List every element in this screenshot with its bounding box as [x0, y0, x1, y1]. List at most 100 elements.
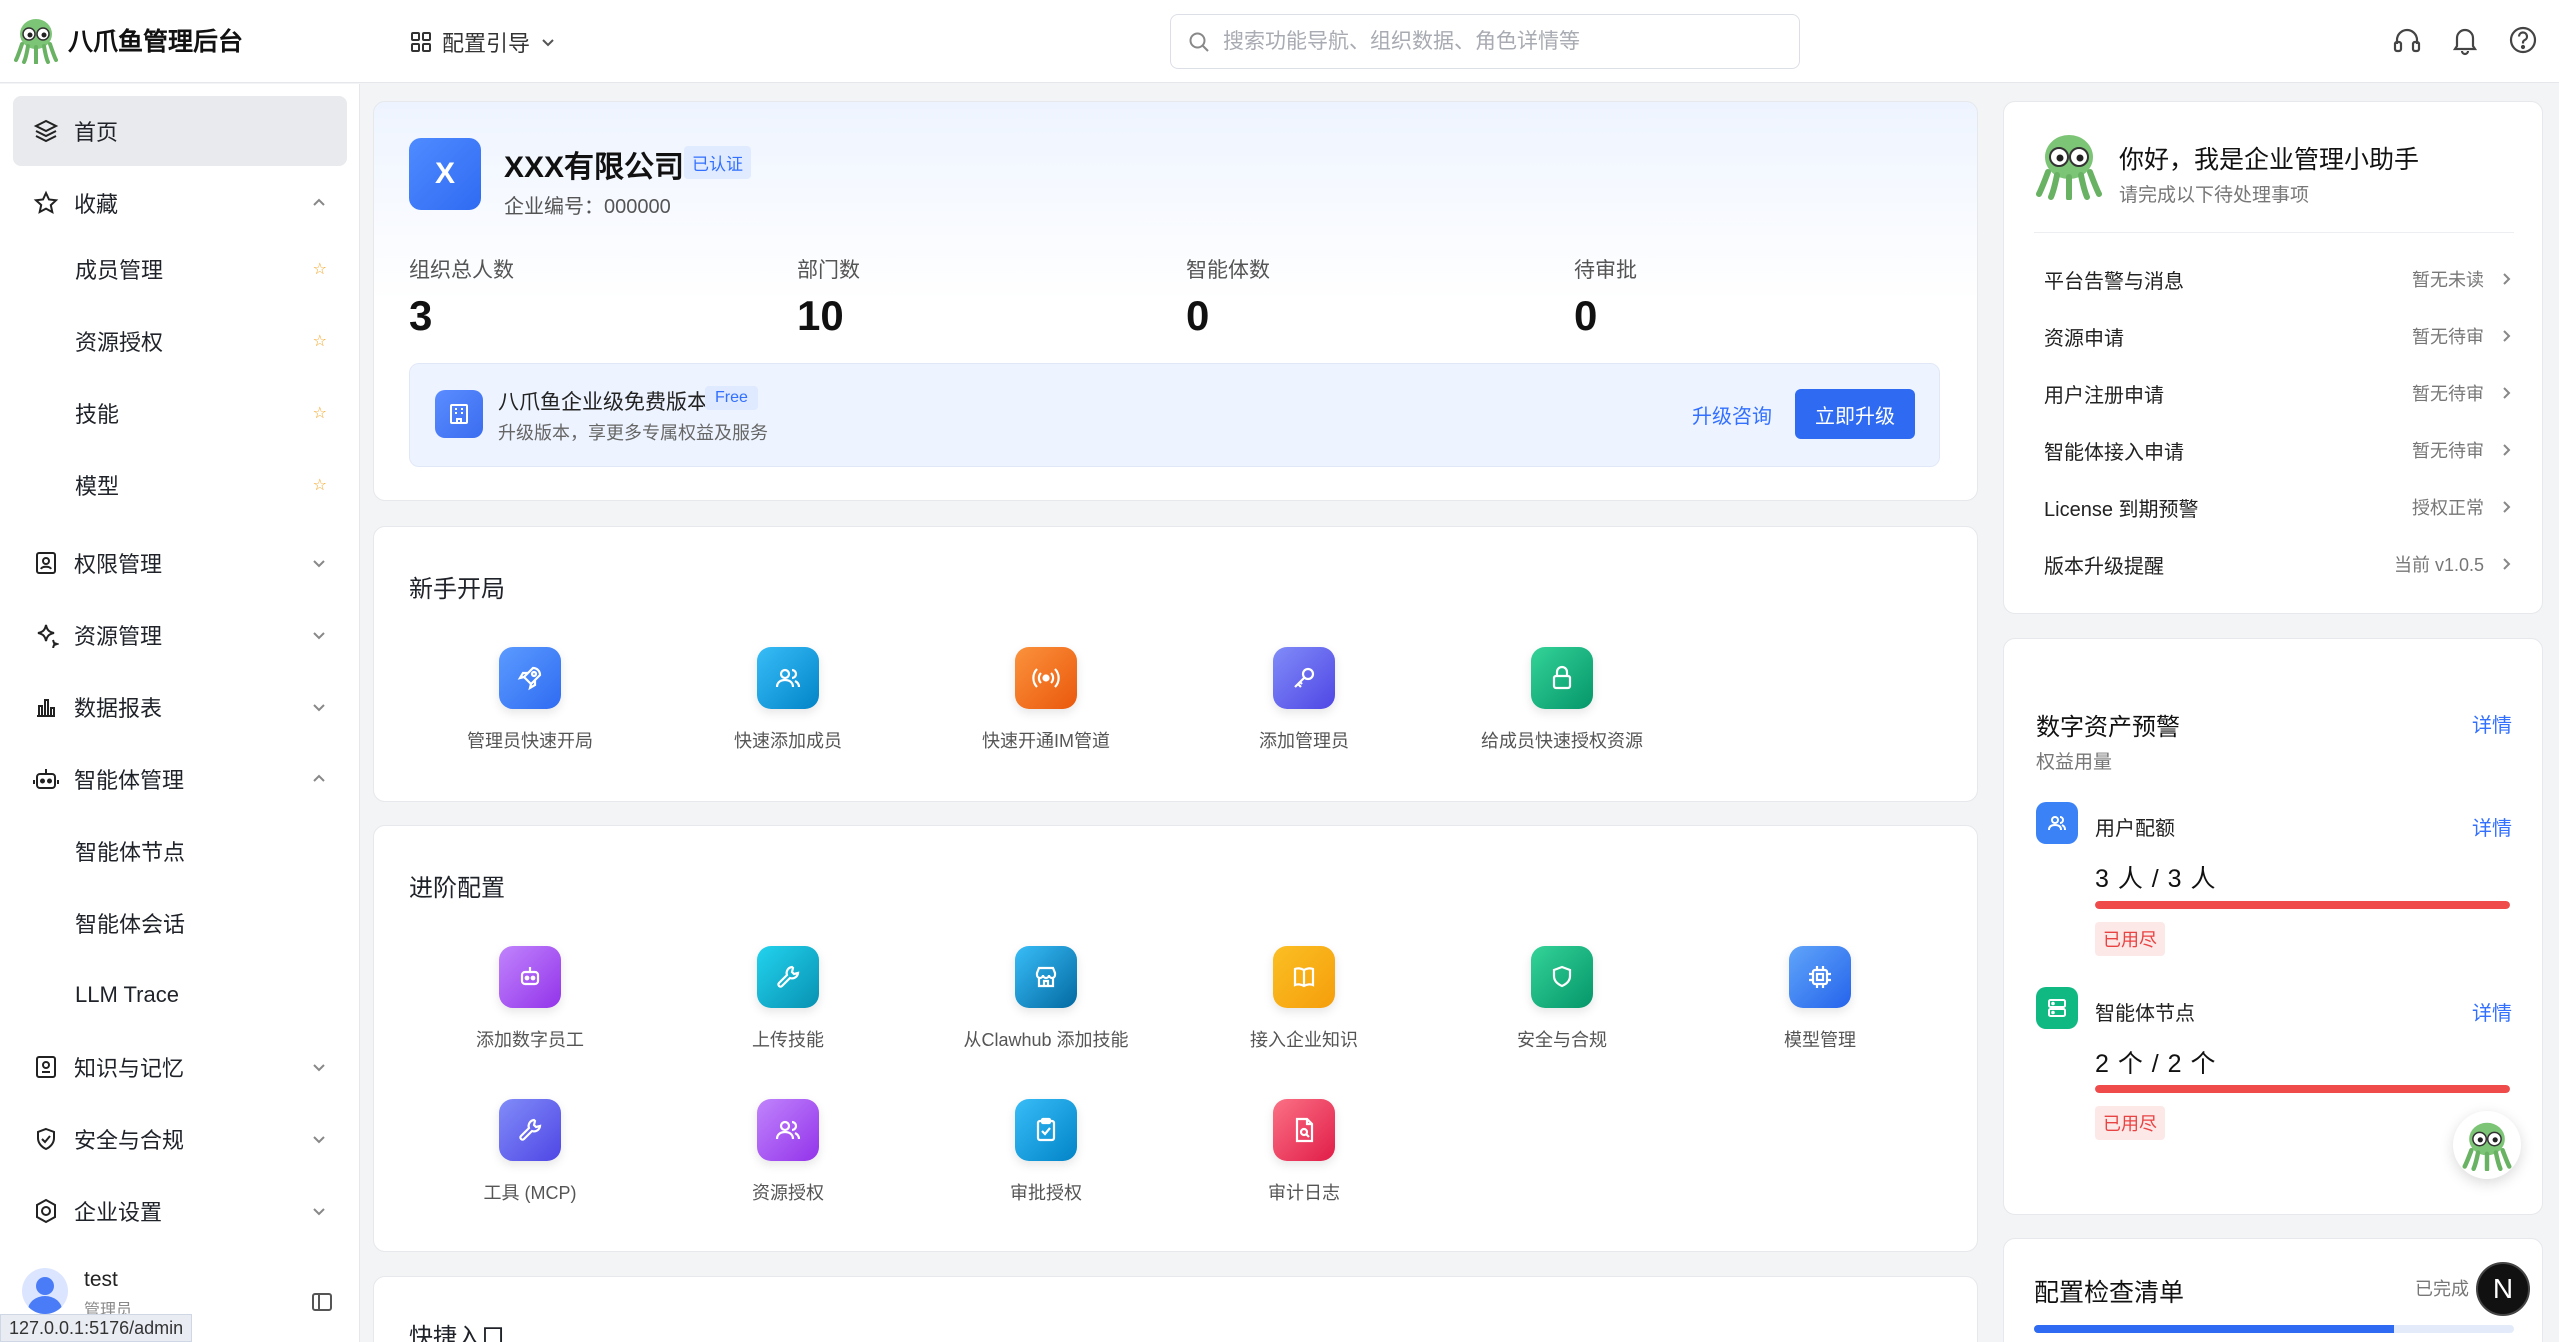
sidebar-item-resource-auth[interactable]: 资源授权 ☆ — [13, 306, 347, 376]
octopus-assistant-icon — [2036, 135, 2102, 200]
sidebar-item-resources[interactable]: 资源管理 — [13, 600, 347, 670]
sidebar-item-llm-trace[interactable]: LLM Trace — [13, 960, 347, 1030]
assistant-card: 你好，我是企业管理小助手 请完成以下待处理事项 平台告警与消息 暂无未读 资源申… — [2003, 101, 2543, 614]
todo-status: 授权正常 — [2412, 498, 2484, 518]
sidebar-item-enterprise-settings[interactable]: 企业设置 — [13, 1176, 347, 1246]
octopus-logo-icon — [14, 19, 58, 64]
tile-add-members[interactable]: 快速添加成员 — [668, 647, 908, 753]
chevron-right-icon — [2503, 273, 2511, 285]
tile-upload-skill[interactable]: 上传技能 — [668, 946, 908, 1052]
stat-members[interactable]: 组织总人数 3 — [409, 254, 514, 340]
checklist-title: 配置检查清单 — [2034, 1279, 2185, 1307]
sidebar-item-label: 企业设置 — [74, 1200, 163, 1225]
todo-platform-alerts[interactable]: 平台告警与消息 暂无未读 — [2044, 259, 2514, 299]
users-icon — [2036, 802, 2078, 844]
help-icon[interactable] — [2507, 24, 2539, 56]
sidebar-item-knowledge[interactable]: 知识与记忆 — [13, 1032, 347, 1102]
status-url: 127.0.0.1:5176/admin — [0, 1314, 193, 1342]
assistant-fab[interactable] — [2453, 1111, 2521, 1179]
plan-subtitle: 升级版本，享更多专属权益及服务 — [498, 423, 768, 443]
tile-add-admin[interactable]: 添加管理员 — [1184, 647, 1424, 753]
star-icon[interactable]: ☆ — [313, 403, 327, 423]
bell-icon[interactable] — [2449, 24, 2481, 56]
tile-security-compliance[interactable]: 安全与合规 — [1442, 946, 1682, 1052]
todo-label: 资源申请 — [2044, 327, 2124, 350]
tile-label: 快速添加成员 — [734, 731, 842, 751]
sidebar-item-security[interactable]: 安全与合规 — [13, 1104, 347, 1174]
server-icon — [2036, 987, 2078, 1029]
starter-section: 新手开局 管理员快速开局 快速添加成员 快速开通IM管道 添加管理员 给成员快速… — [373, 526, 1978, 802]
tile-clawhub-skill[interactable]: 从Clawhub 添加技能 — [926, 946, 1166, 1052]
sidebar-item-reports[interactable]: 数据报表 — [13, 672, 347, 742]
todo-license-expiry[interactable]: License 到期预警 授权正常 — [2044, 487, 2514, 527]
todo-resource-requests[interactable]: 资源申请 暂无待审 — [2044, 316, 2514, 356]
assets-subtitle: 权益用量 — [2036, 752, 2113, 773]
assets-details-link[interactable]: 详情 — [2472, 709, 2512, 738]
shield-icon — [1531, 946, 1593, 1008]
tile-enterprise-knowledge[interactable]: 接入企业知识 — [1184, 946, 1424, 1052]
sidebar-item-label: 知识与记忆 — [74, 1056, 185, 1081]
assistant-subtitle: 请完成以下待处理事项 — [2119, 185, 2310, 206]
sidebar-item-favorites[interactable]: 收藏 — [13, 168, 347, 238]
todo-label: 智能体接入申请 — [2044, 441, 2184, 464]
sidebar-item-models[interactable]: 模型 ☆ — [13, 450, 347, 520]
tile-audit-log[interactable]: 审计日志 — [1184, 1099, 1424, 1205]
sidebar-item-member-management[interactable]: 成员管理 ☆ — [13, 234, 347, 304]
sidebar-item-home[interactable]: 首页 — [13, 96, 347, 166]
stat-agents[interactable]: 智能体数 0 — [1186, 254, 1270, 340]
verified-badge: 已认证 — [684, 146, 751, 179]
asset-usage-fill — [2095, 901, 2510, 909]
store-icon — [1015, 946, 1077, 1008]
asset-details-link[interactable]: 详情 — [2472, 812, 2512, 841]
config-guide-dropdown[interactable]: 配置引导 — [410, 26, 556, 58]
user-profile[interactable]: test 管理员 — [22, 1268, 132, 1319]
sidebar-item-permissions[interactable]: 权限管理 — [13, 528, 347, 598]
stat-departments[interactable]: 部门数 10 — [797, 254, 860, 340]
chevron-right-icon — [2503, 387, 2511, 399]
search-input[interactable] — [1223, 29, 1783, 54]
plan-tag: Free — [705, 386, 758, 410]
sidebar-item-agent-sessions[interactable]: 智能体会话 — [13, 888, 347, 958]
tile-model-management[interactable]: 模型管理 — [1700, 946, 1940, 1052]
headset-icon[interactable] — [2391, 24, 2423, 56]
upgrade-now-button[interactable]: 立即升级 — [1795, 389, 1915, 439]
company-id: 企业编号：000000 — [504, 196, 671, 218]
tile-label: 接入企业知识 — [1250, 1030, 1358, 1050]
tile-approval-auth[interactable]: 审批授权 — [926, 1099, 1166, 1205]
devtools-fab[interactable]: N — [2476, 1262, 2530, 1316]
todo-version-upgrade[interactable]: 版本升级提醒 当前 v1.0.5 — [2044, 544, 2514, 584]
tile-grant-resources[interactable]: 给成员快速授权资源 — [1442, 647, 1682, 753]
stat-value: 0 — [1574, 292, 1598, 339]
todo-agent-access-requests[interactable]: 智能体接入申请 暂无待审 — [2044, 430, 2514, 470]
upgrade-banner: 八爪鱼企业级免费版本 Free 升级版本，享更多专属权益及服务 升级咨询 立即升… — [409, 363, 1940, 467]
checklist-progress-fill — [2034, 1325, 2394, 1333]
tile-add-digital-employee[interactable]: 添加数字员工 — [410, 946, 650, 1052]
tile-label: 添加数字员工 — [476, 1030, 584, 1050]
star-icon[interactable]: ☆ — [313, 331, 327, 351]
tile-admin-quickstart[interactable]: 管理员快速开局 — [410, 647, 650, 753]
global-search[interactable] — [1170, 14, 1800, 69]
sidebar-item-agent-nodes[interactable]: 智能体节点 — [13, 816, 347, 886]
wrench-icon — [757, 946, 819, 1008]
tile-tools-mcp[interactable]: 工具 (MCP) — [410, 1099, 650, 1205]
sidebar-item-agents[interactable]: 智能体管理 — [13, 744, 347, 814]
stat-value: 10 — [797, 292, 844, 339]
star-icon[interactable]: ☆ — [313, 475, 327, 495]
book-icon — [1273, 946, 1335, 1008]
sidebar-item-skills[interactable]: 技能 ☆ — [13, 378, 347, 448]
tile-label: 上传技能 — [752, 1030, 824, 1050]
tile-label: 资源授权 — [752, 1183, 824, 1203]
sidebar-collapse-icon[interactable] — [310, 1290, 334, 1314]
upgrade-consult-link[interactable]: 升级咨询 — [1692, 400, 1772, 429]
todo-status: 暂无待审 — [2412, 441, 2484, 461]
star-icon[interactable]: ☆ — [313, 259, 327, 279]
config-guide-label: 配置引导 — [442, 31, 531, 56]
todo-user-registrations[interactable]: 用户注册申请 暂无待审 — [2044, 373, 2514, 413]
stat-pending[interactable]: 待审批 0 — [1574, 254, 1637, 340]
asset-details-link[interactable]: 详情 — [2472, 997, 2512, 1026]
brand[interactable]: 八爪鱼管理后台 — [14, 16, 243, 64]
tile-open-im-channel[interactable]: 快速开通IM管道 — [926, 647, 1166, 753]
sidebar-item-label: 智能体会话 — [75, 912, 186, 937]
tile-resource-auth[interactable]: 资源授权 — [668, 1099, 908, 1205]
stat-label: 智能体数 — [1186, 259, 1270, 282]
